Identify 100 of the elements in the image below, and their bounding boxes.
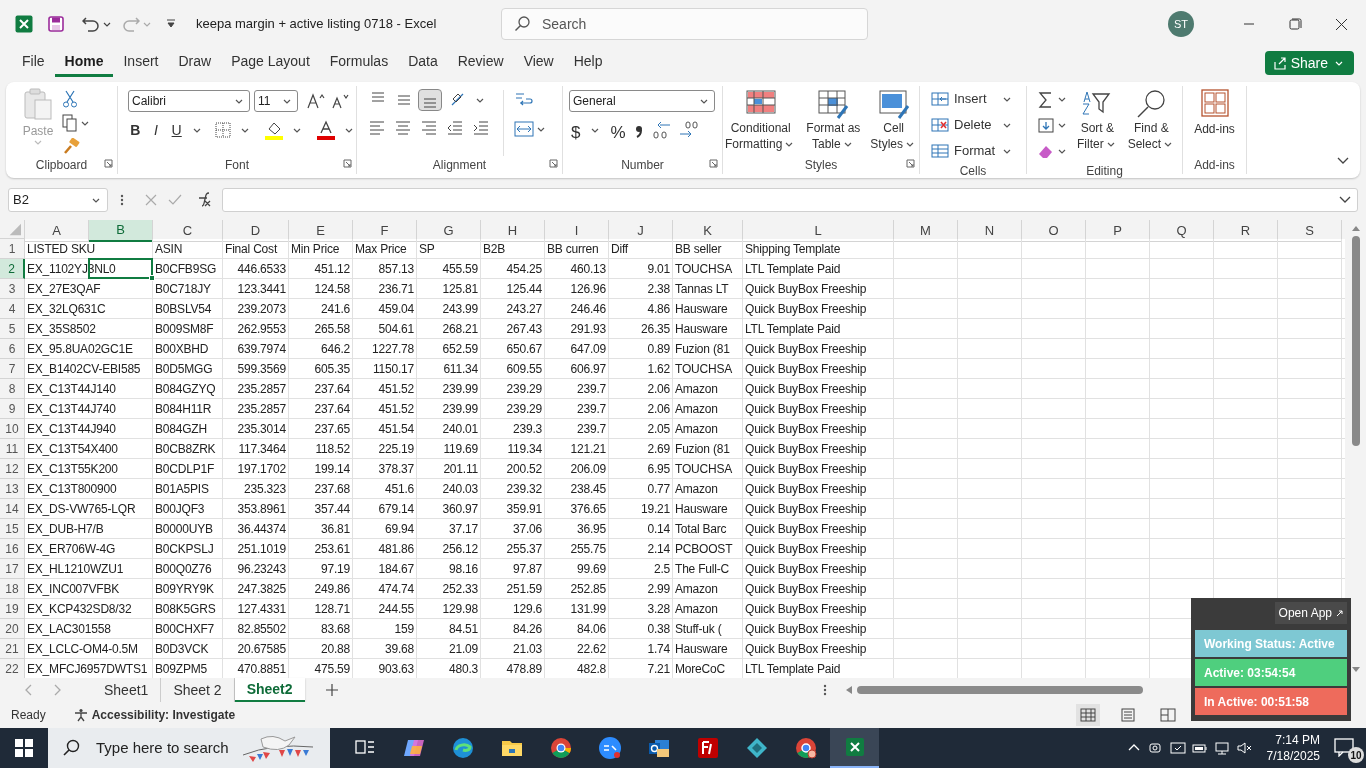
borders-icon[interactable] bbox=[214, 121, 232, 139]
menu-tab[interactable]: Home bbox=[54, 49, 114, 77]
add-ins-button[interactable]: Add-ins bbox=[1194, 88, 1235, 156]
insert-cells-button[interactable]: Insert bbox=[930, 88, 1026, 110]
caret-icon[interactable] bbox=[1058, 148, 1066, 154]
menu-tab[interactable]: View bbox=[513, 49, 564, 77]
sheet-tab[interactable]: Sheet2 bbox=[234, 678, 305, 702]
column-header[interactable]: M bbox=[894, 220, 958, 242]
save-icon[interactable] bbox=[48, 16, 64, 32]
caret-icon[interactable] bbox=[1106, 141, 1115, 147]
accessibility-status[interactable]: Accessibility: Investigate bbox=[91, 706, 236, 724]
caret-icon[interactable] bbox=[1058, 96, 1066, 102]
styles-button[interactable]: Cell Styles bbox=[868, 88, 920, 152]
column-header[interactable]: B bbox=[89, 220, 153, 242]
caret-icon[interactable] bbox=[1058, 122, 1066, 128]
column-header[interactable]: Q bbox=[1150, 220, 1214, 242]
avatar[interactable]: ST bbox=[1168, 11, 1194, 37]
format-cells-button[interactable]: Format bbox=[930, 140, 1026, 162]
font-style-button[interactable]: U bbox=[169, 120, 184, 140]
font-style-button[interactable]: B bbox=[128, 120, 143, 140]
clock-time[interactable]: 7:14 PM bbox=[1275, 732, 1320, 748]
column-header[interactable]: O bbox=[1022, 220, 1086, 242]
decrease-decimal-icon[interactable] bbox=[677, 120, 700, 140]
caret-icon[interactable] bbox=[241, 127, 249, 133]
menu-tab[interactable]: Insert bbox=[113, 49, 169, 77]
windows-start-icon[interactable] bbox=[15, 739, 33, 757]
row-header[interactable]: 19 bbox=[0, 599, 25, 619]
collapse-ribbon-icon[interactable] bbox=[1336, 156, 1350, 166]
scrollbar-thumb[interactable] bbox=[1351, 236, 1360, 446]
row-header[interactable]: 17 bbox=[0, 559, 25, 579]
accessibility-icon[interactable] bbox=[73, 708, 88, 722]
column-header[interactable]: K bbox=[673, 220, 743, 242]
caret-icon[interactable] bbox=[235, 98, 243, 104]
row-header[interactable]: 12 bbox=[0, 459, 25, 479]
caret-icon[interactable] bbox=[700, 98, 708, 104]
caret-icon[interactable] bbox=[785, 141, 794, 147]
copy-icon[interactable] bbox=[62, 114, 78, 132]
column-header[interactable]: F bbox=[353, 220, 417, 242]
caret-icon[interactable] bbox=[81, 120, 89, 126]
cut-icon[interactable] bbox=[62, 90, 78, 108]
menu-tab[interactable]: File bbox=[12, 49, 55, 77]
row-header[interactable]: 20 bbox=[0, 619, 25, 639]
row-header[interactable]: 8 bbox=[0, 379, 25, 399]
caret-icon[interactable] bbox=[345, 127, 353, 133]
menu-tab[interactable]: Formulas bbox=[319, 49, 399, 77]
customize-icon[interactable] bbox=[166, 19, 176, 29]
menu-tab[interactable]: Help bbox=[563, 49, 613, 77]
fill-icon[interactable] bbox=[1037, 116, 1055, 134]
format-painter-icon[interactable] bbox=[62, 138, 80, 156]
clock-date[interactable]: 7/18/2025 bbox=[1266, 748, 1320, 764]
row-header[interactable]: 6 bbox=[0, 339, 25, 359]
caret-icon[interactable] bbox=[1003, 96, 1011, 102]
taskbar-search-field[interactable]: Type here to search bbox=[48, 728, 330, 768]
row-header[interactable]: 22 bbox=[0, 659, 25, 678]
meeting-app-icon[interactable] bbox=[597, 736, 622, 760]
column-header[interactable]: G bbox=[417, 220, 481, 242]
caret-icon[interactable] bbox=[843, 141, 852, 147]
caret-icon[interactable] bbox=[906, 141, 915, 147]
caret-icon[interactable] bbox=[476, 97, 484, 103]
caret-icon[interactable] bbox=[193, 127, 201, 133]
percent-button[interactable]: % bbox=[608, 120, 628, 140]
caret-icon[interactable] bbox=[1003, 122, 1011, 128]
dialog-launcher-icon[interactable] bbox=[906, 159, 915, 168]
caret-icon[interactable] bbox=[1164, 141, 1173, 147]
row-header[interactable]: 1 bbox=[0, 239, 25, 259]
row-header[interactable]: 9 bbox=[0, 399, 25, 419]
font-color-icon[interactable] bbox=[316, 120, 336, 140]
dialog-launcher-icon[interactable] bbox=[104, 159, 113, 168]
share-button[interactable]: Share bbox=[1264, 51, 1354, 75]
column-header[interactable]: S bbox=[1278, 220, 1342, 242]
row-header[interactable]: 16 bbox=[0, 539, 25, 559]
dialog-launcher-icon[interactable] bbox=[343, 159, 352, 168]
menu-tab[interactable]: Review bbox=[447, 49, 514, 77]
menu-tab[interactable]: Data bbox=[398, 49, 448, 77]
row-header[interactable]: 21 bbox=[0, 639, 25, 659]
formula-input[interactable] bbox=[222, 188, 1358, 212]
caret-icon[interactable] bbox=[591, 127, 600, 133]
row-header[interactable]: 18 bbox=[0, 579, 25, 599]
row-header[interactable]: 2 bbox=[0, 259, 25, 279]
styles-button[interactable]: Format as Table bbox=[804, 88, 863, 152]
caret-icon[interactable] bbox=[1003, 148, 1011, 154]
screen-capture-icon[interactable] bbox=[1169, 740, 1186, 756]
delete-cells-button[interactable]: Delete bbox=[930, 114, 1026, 136]
font-name-field[interactable]: Calibri bbox=[128, 90, 250, 112]
styles-button[interactable]: Conditional Formatting bbox=[722, 88, 799, 152]
fill-color-icon[interactable] bbox=[264, 120, 284, 140]
menu-tab[interactable]: Page Layout bbox=[221, 49, 320, 77]
row-header[interactable]: 13 bbox=[0, 479, 25, 499]
row-header[interactable]: 10 bbox=[0, 419, 25, 439]
shrink-font-icon[interactable] bbox=[330, 92, 350, 110]
scrollbar-thumb[interactable] bbox=[857, 686, 1143, 694]
column-header[interactable]: R bbox=[1214, 220, 1278, 242]
row-header[interactable]: 4 bbox=[0, 299, 25, 319]
search-field[interactable]: Search bbox=[501, 8, 868, 40]
caret-icon[interactable] bbox=[537, 126, 545, 132]
name-box[interactable]: B2 bbox=[8, 188, 108, 212]
grow-font-icon[interactable] bbox=[306, 92, 326, 110]
network-icon[interactable] bbox=[1213, 740, 1230, 756]
editing-button[interactable]: Find & Select bbox=[1125, 88, 1178, 162]
browser-profile-icon[interactable] bbox=[793, 736, 818, 760]
